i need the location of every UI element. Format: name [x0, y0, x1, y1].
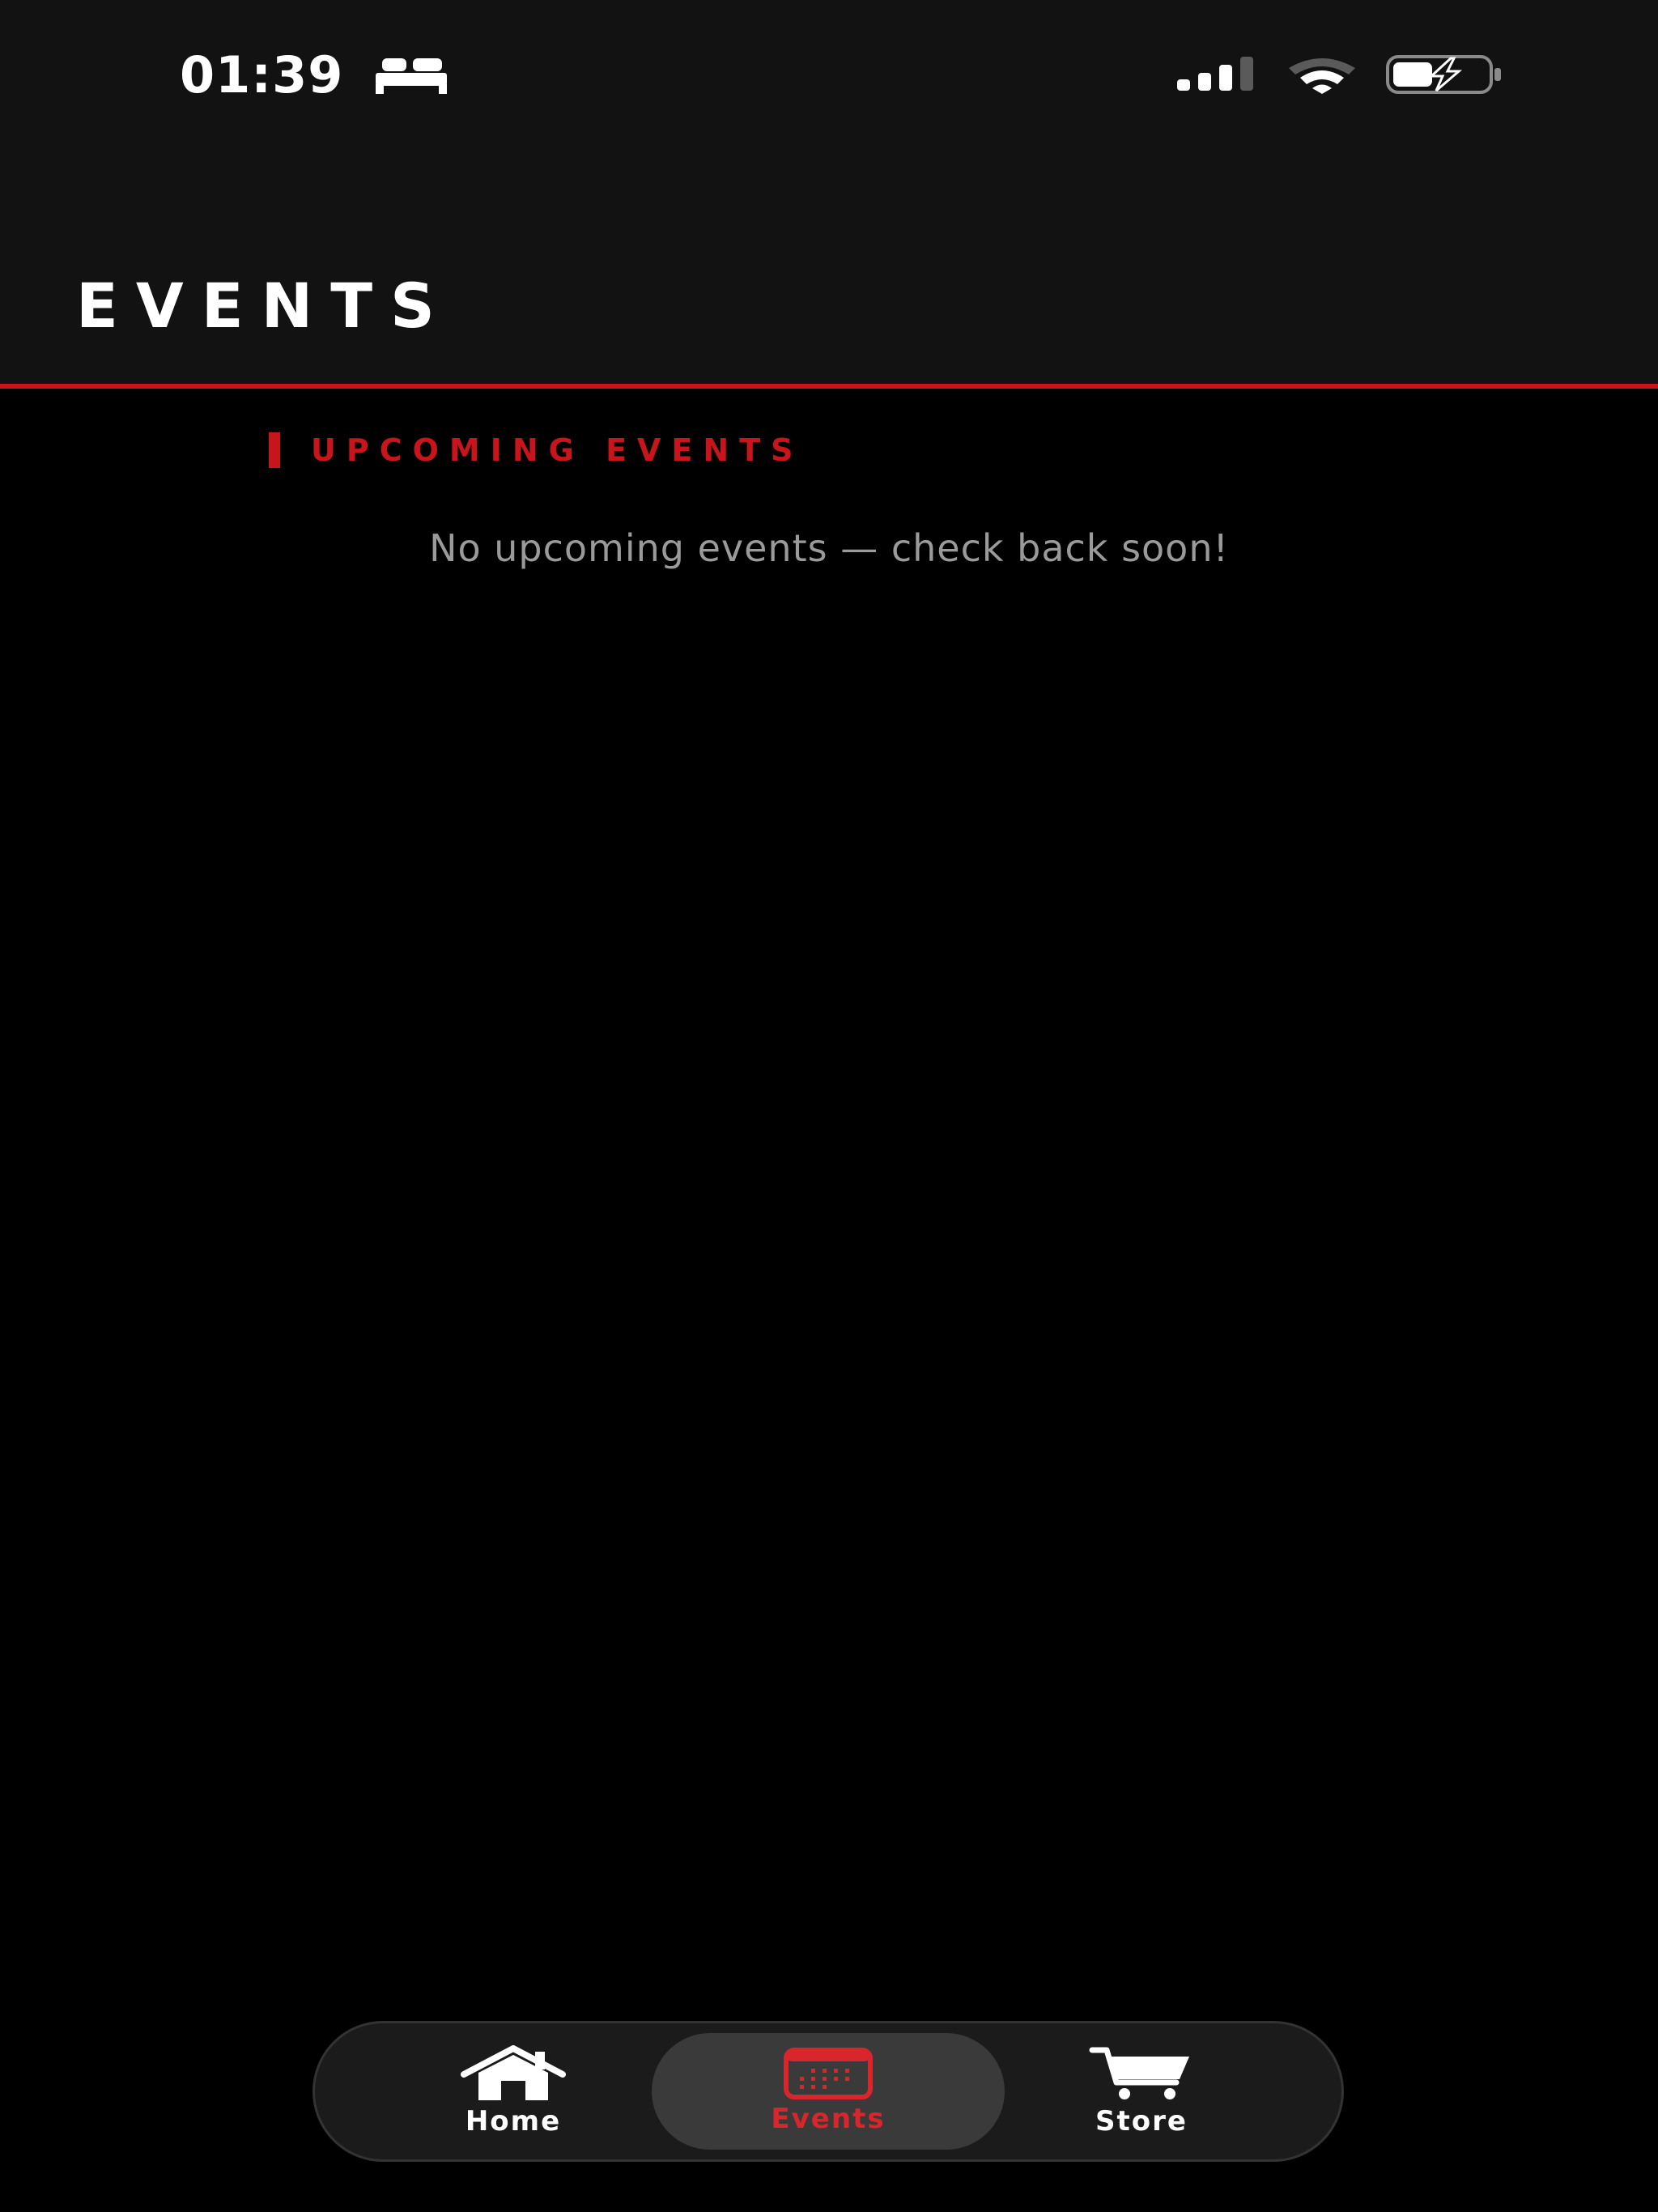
home-icon	[461, 2045, 566, 2100]
tab-events[interactable]: Events	[652, 2033, 1005, 2150]
bed-icon	[376, 58, 447, 94]
cellular-signal-icon	[1177, 57, 1253, 91]
wifi-icon	[1289, 58, 1355, 94]
empty-state-message: No upcoming events — check back soon!	[429, 526, 1229, 570]
events-screen: 01:39 EVENTS UPCOMING EVENTS No upcoming…	[0, 0, 1658, 2212]
status-time: 01:39	[180, 45, 344, 104]
tab-store[interactable]: Store	[1048, 2023, 1235, 2159]
tab-events-label: Events	[771, 2103, 886, 2135]
calendar-icon	[784, 2048, 873, 2099]
section-title: UPCOMING EVENTS	[311, 432, 804, 468]
cart-icon	[1089, 2047, 1189, 2099]
bottom-tab-bar: Home Events Store	[312, 2021, 1344, 2162]
tab-home[interactable]: Home	[420, 2023, 606, 2159]
tab-home-label: Home	[465, 2105, 562, 2138]
battery-charging-icon	[1386, 55, 1501, 94]
page-title: EVENTS	[76, 270, 453, 342]
section-accent-bar	[269, 432, 280, 468]
tab-store-label: Store	[1095, 2105, 1188, 2138]
header: 01:39 EVENTS	[0, 0, 1658, 389]
